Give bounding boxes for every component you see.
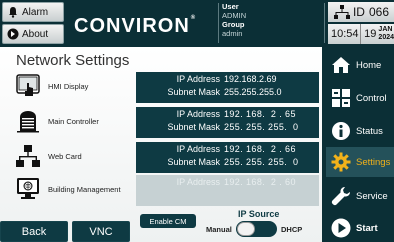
touchscreen-icon bbox=[16, 74, 40, 96]
row-label: Web Card bbox=[48, 152, 82, 161]
gear-icon bbox=[331, 152, 351, 172]
row-label: HMI Display bbox=[48, 82, 89, 91]
ip-source-title: IP Source bbox=[238, 209, 280, 219]
nav-item-control[interactable]: Control bbox=[326, 83, 394, 113]
network-icon bbox=[16, 145, 40, 167]
clock-month: JAN bbox=[378, 26, 393, 33]
nav-item-service[interactable]: Service bbox=[326, 181, 394, 211]
about-button[interactable]: About bbox=[2, 24, 64, 44]
top-divider bbox=[218, 3, 219, 43]
building-management-monitor-icon bbox=[17, 178, 39, 199]
nav-label: Status bbox=[356, 125, 383, 137]
toggle-knob bbox=[237, 222, 255, 236]
alarm-label: Alarm bbox=[22, 6, 49, 18]
network-row-hmi-display: HMI Display IP Address 192.168.2.69 Subne… bbox=[16, 72, 319, 103]
ip-address-key: IP Address bbox=[176, 177, 220, 187]
nav-item-start[interactable]: Start bbox=[326, 213, 394, 242]
nav-label: Service bbox=[356, 190, 388, 202]
nav-label: Control bbox=[356, 92, 387, 104]
subnet-mask-value: 255. 255. 255. 0 bbox=[224, 157, 299, 167]
nav-label: Settings bbox=[356, 156, 391, 168]
ip-address-value: 192.168.2.69 bbox=[224, 74, 277, 84]
web-card-network-box[interactable]: IP Address 192. 168. 2 . 66 Subnet Mask 25… bbox=[136, 142, 319, 173]
subnet-mask-key: Subnet Mask bbox=[167, 122, 220, 132]
ip-address-value: 192. 168. 2 . 60 bbox=[224, 177, 296, 187]
group-value: admin bbox=[222, 29, 243, 38]
network-row-web-card: Web Card IP Address 192. 168. 2 . 66 Subn… bbox=[16, 142, 319, 173]
user-value: ADMIN bbox=[222, 11, 247, 20]
nav-item-home[interactable]: Home bbox=[326, 50, 394, 80]
subnet-mask-value: 255. 255. 255. 0 bbox=[224, 122, 299, 132]
user-key: User bbox=[222, 2, 239, 11]
about-label: About bbox=[22, 28, 49, 40]
subnet-mask-value: 255.255.255.0 bbox=[224, 87, 282, 97]
nav-item-settings[interactable]: Settings bbox=[326, 147, 394, 177]
ip-source-dhcp-label: DHCP bbox=[281, 225, 303, 234]
nav-label: Start bbox=[356, 222, 378, 234]
play-icon bbox=[331, 218, 351, 238]
conviron-logo: CONVIRON® bbox=[74, 15, 196, 38]
group-key: Group bbox=[222, 20, 245, 29]
chamber-id: ID 066 bbox=[328, 2, 394, 22]
network-row-main-controller: Main Controller IP Address 192. 168. 2 . … bbox=[16, 107, 319, 138]
info-icon bbox=[332, 122, 350, 140]
ip-address-value: 192. 168. 2 . 65 bbox=[224, 109, 296, 119]
clock: 10:54 19 JAN 2024 bbox=[328, 24, 394, 44]
hmi-display-network-box[interactable]: IP Address 192.168.2.69 Subnet Mask 255.25… bbox=[136, 72, 319, 103]
clock-day: 19 bbox=[364, 28, 377, 40]
top-bar: Alarm About CONVIRON® User ADMIN Group a… bbox=[0, 0, 394, 46]
subnet-mask-key: Subnet Mask bbox=[167, 157, 220, 167]
ip-address-key: IP Address bbox=[176, 109, 220, 119]
ip-source-toggle[interactable] bbox=[236, 221, 277, 237]
ip-address-key: IP Address bbox=[176, 74, 220, 84]
clock-time: 10:54 bbox=[328, 24, 362, 44]
wrench-icon bbox=[331, 187, 350, 206]
id-value: 066 bbox=[368, 5, 389, 19]
row-label: Building Management bbox=[48, 185, 121, 194]
network-icon bbox=[334, 5, 350, 19]
main-controller-network-box[interactable]: IP Address 192. 168. 2 . 65 Subnet Mask 25… bbox=[136, 107, 319, 138]
vnc-button[interactable]: VNC bbox=[72, 221, 130, 242]
ip-source-manual-label: Manual bbox=[206, 225, 232, 234]
control-icon bbox=[332, 89, 350, 107]
nav-label: Home bbox=[356, 59, 382, 71]
home-icon bbox=[332, 57, 350, 73]
id-label: ID bbox=[352, 5, 365, 19]
clock-year: 2024 bbox=[378, 34, 394, 41]
top-divider bbox=[324, 3, 325, 43]
enable-cm-button[interactable]: Enable CM bbox=[140, 214, 196, 228]
ip-address-value: 192. 168. 2 . 66 bbox=[224, 144, 296, 154]
logo-registered-mark: ® bbox=[190, 15, 197, 21]
clock-month-year: JAN 2024 bbox=[378, 26, 394, 42]
nav-item-status[interactable]: Status bbox=[326, 116, 394, 146]
building-management-network-box: IP Address 192. 168. 2 . 60 bbox=[136, 175, 319, 206]
alarm-button[interactable]: Alarm bbox=[2, 2, 64, 22]
back-button[interactable]: Back bbox=[0, 221, 68, 242]
network-row-building-management: Building Management IP Address 192. 168. … bbox=[16, 175, 319, 206]
row-label: Main Controller bbox=[48, 117, 99, 126]
page-title: Network Settings bbox=[16, 52, 130, 69]
side-nav: Home Control Status Settings Service Sta… bbox=[322, 47, 394, 242]
user-info: User ADMIN Group admin bbox=[222, 2, 318, 44]
subnet-mask-key: Subnet Mask bbox=[167, 87, 220, 97]
logo-text: CONVIRON bbox=[74, 15, 190, 37]
ip-address-key: IP Address bbox=[176, 144, 220, 154]
main-panel: Network Settings HMI Display IP Address 1… bbox=[0, 47, 322, 242]
alarm-bell-icon bbox=[9, 7, 17, 18]
controller-rack-icon bbox=[17, 111, 39, 133]
about-arrow-icon bbox=[7, 28, 19, 40]
